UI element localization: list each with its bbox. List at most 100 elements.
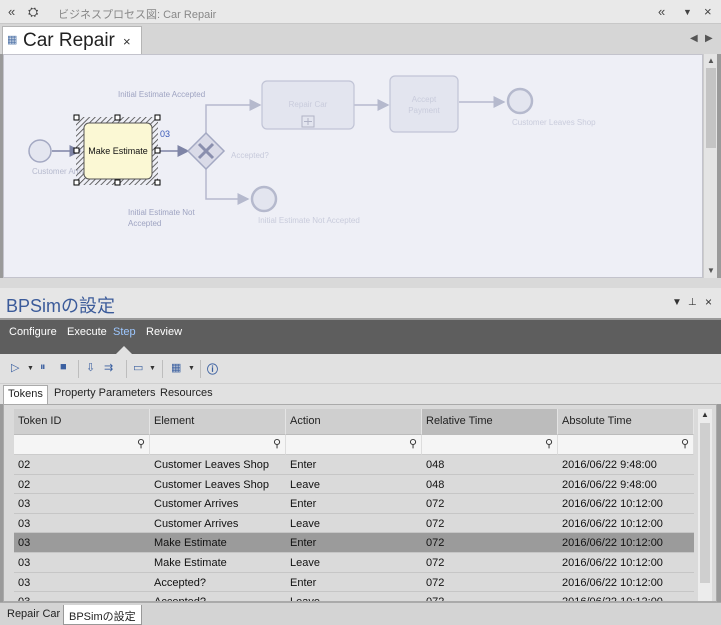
cell-action: Enter bbox=[290, 498, 317, 511]
repair-car-label: Repair Car bbox=[289, 100, 328, 109]
cell-element: Make Estimate bbox=[154, 537, 227, 550]
scroll-tabs-left-icon[interactable]: ◀ bbox=[690, 33, 698, 44]
step-over-icon[interactable]: ⇉ bbox=[104, 361, 113, 374]
search-icon[interactable]: ⚲ bbox=[545, 437, 553, 450]
flow-not-accepted bbox=[205, 169, 250, 205]
play-dropdown-icon[interactable]: ▼ bbox=[27, 365, 34, 372]
search-icon[interactable]: ⚲ bbox=[137, 437, 145, 450]
play-icon[interactable]: ▷ bbox=[11, 361, 19, 374]
end-top-label: Customer Leaves Shop bbox=[512, 118, 596, 127]
accept-payment-task[interactable] bbox=[389, 75, 459, 133]
table-row[interactable]: 02 Customer Leaves Shop Enter 048 2016/06/22… bbox=[14, 455, 694, 475]
scroll-thumb[interactable] bbox=[706, 68, 716, 148]
cell-relative-time: 072 bbox=[426, 517, 445, 530]
image-dropdown-icon[interactable]: ▼ bbox=[149, 365, 156, 372]
grid-vertical-scrollbar[interactable]: ▲ bbox=[698, 409, 712, 601]
cell-action: Enter bbox=[290, 537, 317, 550]
tab-resources[interactable]: Resources bbox=[160, 387, 213, 399]
bottom-tab-bpsim[interactable]: BPSimの設定 bbox=[63, 605, 142, 625]
calendar-dropdown-icon[interactable]: ▼ bbox=[188, 365, 195, 372]
column-header-absolute-time[interactable]: Absolute Time bbox=[558, 409, 694, 435]
cell-absolute-time: 2016/06/22 10:12:00 bbox=[562, 557, 663, 569]
cell-absolute-time: 2016/06/22 10:12:00 bbox=[562, 576, 663, 589]
scroll-down-icon[interactable]: ▼ bbox=[707, 266, 715, 275]
cell-absolute-time: 2016/06/22 10:12:00 bbox=[562, 517, 663, 530]
flow-bottom-label-1: Initial Estimate Not bbox=[128, 208, 195, 217]
dropdown-icon[interactable]: ▼ bbox=[672, 297, 682, 308]
dropdown-icon[interactable]: ▼ bbox=[683, 7, 692, 17]
image-icon[interactable]: ▭ bbox=[133, 361, 143, 374]
pause-icon[interactable]: ⏸ bbox=[40, 361, 46, 374]
gateway-label: Accepted? bbox=[231, 151, 269, 160]
scroll-tabs-right-icon[interactable]: ▶ bbox=[705, 33, 713, 44]
close-icon[interactable]: × bbox=[705, 295, 712, 309]
start-event[interactable] bbox=[28, 139, 52, 163]
table-row[interactable]: 03 Customer Arrives Enter 072 2016/06/22 10:… bbox=[14, 494, 694, 514]
cell-element: Make Estimate bbox=[154, 557, 227, 569]
end-event-top[interactable] bbox=[506, 87, 534, 115]
cell-action: Enter bbox=[290, 576, 317, 589]
table-row[interactable]: 03 Make Estimate Leave 072 2016/06/22 10:12:… bbox=[14, 553, 694, 573]
close-tab-icon[interactable]: × bbox=[123, 34, 131, 49]
cell-relative-time: 072 bbox=[426, 537, 445, 550]
table-row[interactable]: 03 Accepted? Enter 072 2016/06/22 10:12:00 bbox=[14, 573, 694, 593]
column-header-element[interactable]: Element bbox=[150, 409, 286, 435]
diagram-type-icon: ⛭ bbox=[28, 4, 39, 19]
cell-absolute-time: 2016/06/22 10:12:00 bbox=[562, 537, 663, 550]
bpsim-nav: Configure Execute Step Review bbox=[0, 320, 721, 354]
end-event-bottom[interactable] bbox=[250, 185, 278, 213]
close-icon[interactable]: × bbox=[704, 4, 712, 19]
filter-element[interactable]: ⚲ bbox=[150, 435, 286, 455]
filter-token-id[interactable]: ⚲ bbox=[14, 435, 150, 455]
pin-icon[interactable]: ⊥ bbox=[688, 297, 697, 308]
nav-review[interactable]: Review bbox=[146, 326, 182, 338]
column-header-relative-time[interactable]: Relative Time bbox=[422, 409, 558, 435]
column-header-action[interactable]: Action bbox=[286, 409, 422, 435]
filter-action[interactable]: ⚲ bbox=[286, 435, 422, 455]
table-row[interactable]: 03 Make Estimate Enter 072 2016/06/22 10:12:… bbox=[14, 533, 694, 553]
calendar-icon[interactable]: ▦ bbox=[171, 361, 181, 374]
table-row[interactable]: 03Accepted?Leave0722016/06/22 10:12:00 bbox=[14, 592, 694, 601]
tokens-grid: Token ID Element Action Relative Time Ab… bbox=[3, 404, 717, 602]
filter-absolute-time[interactable]: ⚲ bbox=[558, 435, 694, 455]
document-tab-strip: ▦ Car Repair × ◀ ▶ bbox=[0, 24, 721, 54]
cell-action: Leave bbox=[290, 517, 320, 530]
document-tab[interactable]: ▦ Car Repair × bbox=[2, 26, 142, 54]
end-bottom-label: Initial Estimate Not Accepted bbox=[258, 216, 360, 225]
step-into-icon[interactable]: ⇩ bbox=[86, 361, 95, 374]
canvas-vertical-scrollbar[interactable]: ▲ ▼ bbox=[703, 54, 717, 278]
table-row[interactable]: 03 Customer Arrives Leave 072 2016/06/22 10:… bbox=[14, 514, 694, 534]
flow-accepted bbox=[205, 99, 262, 135]
cell-token-id: 03 bbox=[18, 576, 31, 589]
scroll-up-icon[interactable]: ▲ bbox=[701, 410, 709, 419]
panel-header: BPSimの設定 ▼ ⊥ × bbox=[0, 288, 721, 318]
bottom-tabs: Repair Car BPSimの設定 bbox=[0, 602, 721, 625]
bpmn-diagram: Customer Arrives Make Estimate 03 Accept… bbox=[28, 75, 596, 228]
search-icon[interactable]: ⚲ bbox=[273, 437, 281, 450]
column-header-token-id[interactable]: Token ID bbox=[14, 409, 150, 435]
search-icon[interactable]: ⚲ bbox=[681, 437, 689, 450]
scroll-up-icon[interactable]: ▲ bbox=[707, 56, 715, 65]
accept-payment-label-1: Accept bbox=[412, 95, 437, 104]
double-chevron-left-icon[interactable]: « bbox=[658, 4, 665, 19]
bottom-tab-repair-car[interactable]: Repair Car bbox=[2, 605, 65, 625]
cell-token-id: 03 bbox=[18, 498, 31, 511]
nav-configure[interactable]: Configure bbox=[9, 326, 57, 338]
tab-property-parameters[interactable]: Property Parameters bbox=[54, 387, 155, 399]
scroll-thumb[interactable] bbox=[700, 423, 710, 583]
filter-relative-time[interactable]: ⚲ bbox=[422, 435, 558, 455]
splitter[interactable] bbox=[0, 278, 721, 288]
tab-tokens[interactable]: Tokens bbox=[3, 385, 48, 404]
double-chevron-left-icon[interactable]: « bbox=[8, 4, 15, 19]
cell-element: Customer Leaves Shop bbox=[154, 478, 269, 491]
search-icon[interactable]: ⚲ bbox=[409, 437, 417, 450]
help-icon[interactable]: ⓘ bbox=[207, 361, 218, 377]
stop-icon[interactable]: ■ bbox=[60, 361, 67, 373]
table-row[interactable]: 02 Customer Leaves Shop Leave 048 2016/06/22… bbox=[14, 475, 694, 495]
cell-relative-time: 072 bbox=[426, 576, 445, 589]
nav-execute[interactable]: Execute bbox=[67, 326, 107, 338]
diagram-canvas[interactable]: Customer Arrives Make Estimate 03 Accept… bbox=[3, 54, 703, 278]
nav-step[interactable]: Step bbox=[113, 326, 136, 338]
cell-relative-time: 072 bbox=[426, 557, 445, 569]
cell-absolute-time: 2016/06/22 9:48:00 bbox=[562, 478, 657, 491]
